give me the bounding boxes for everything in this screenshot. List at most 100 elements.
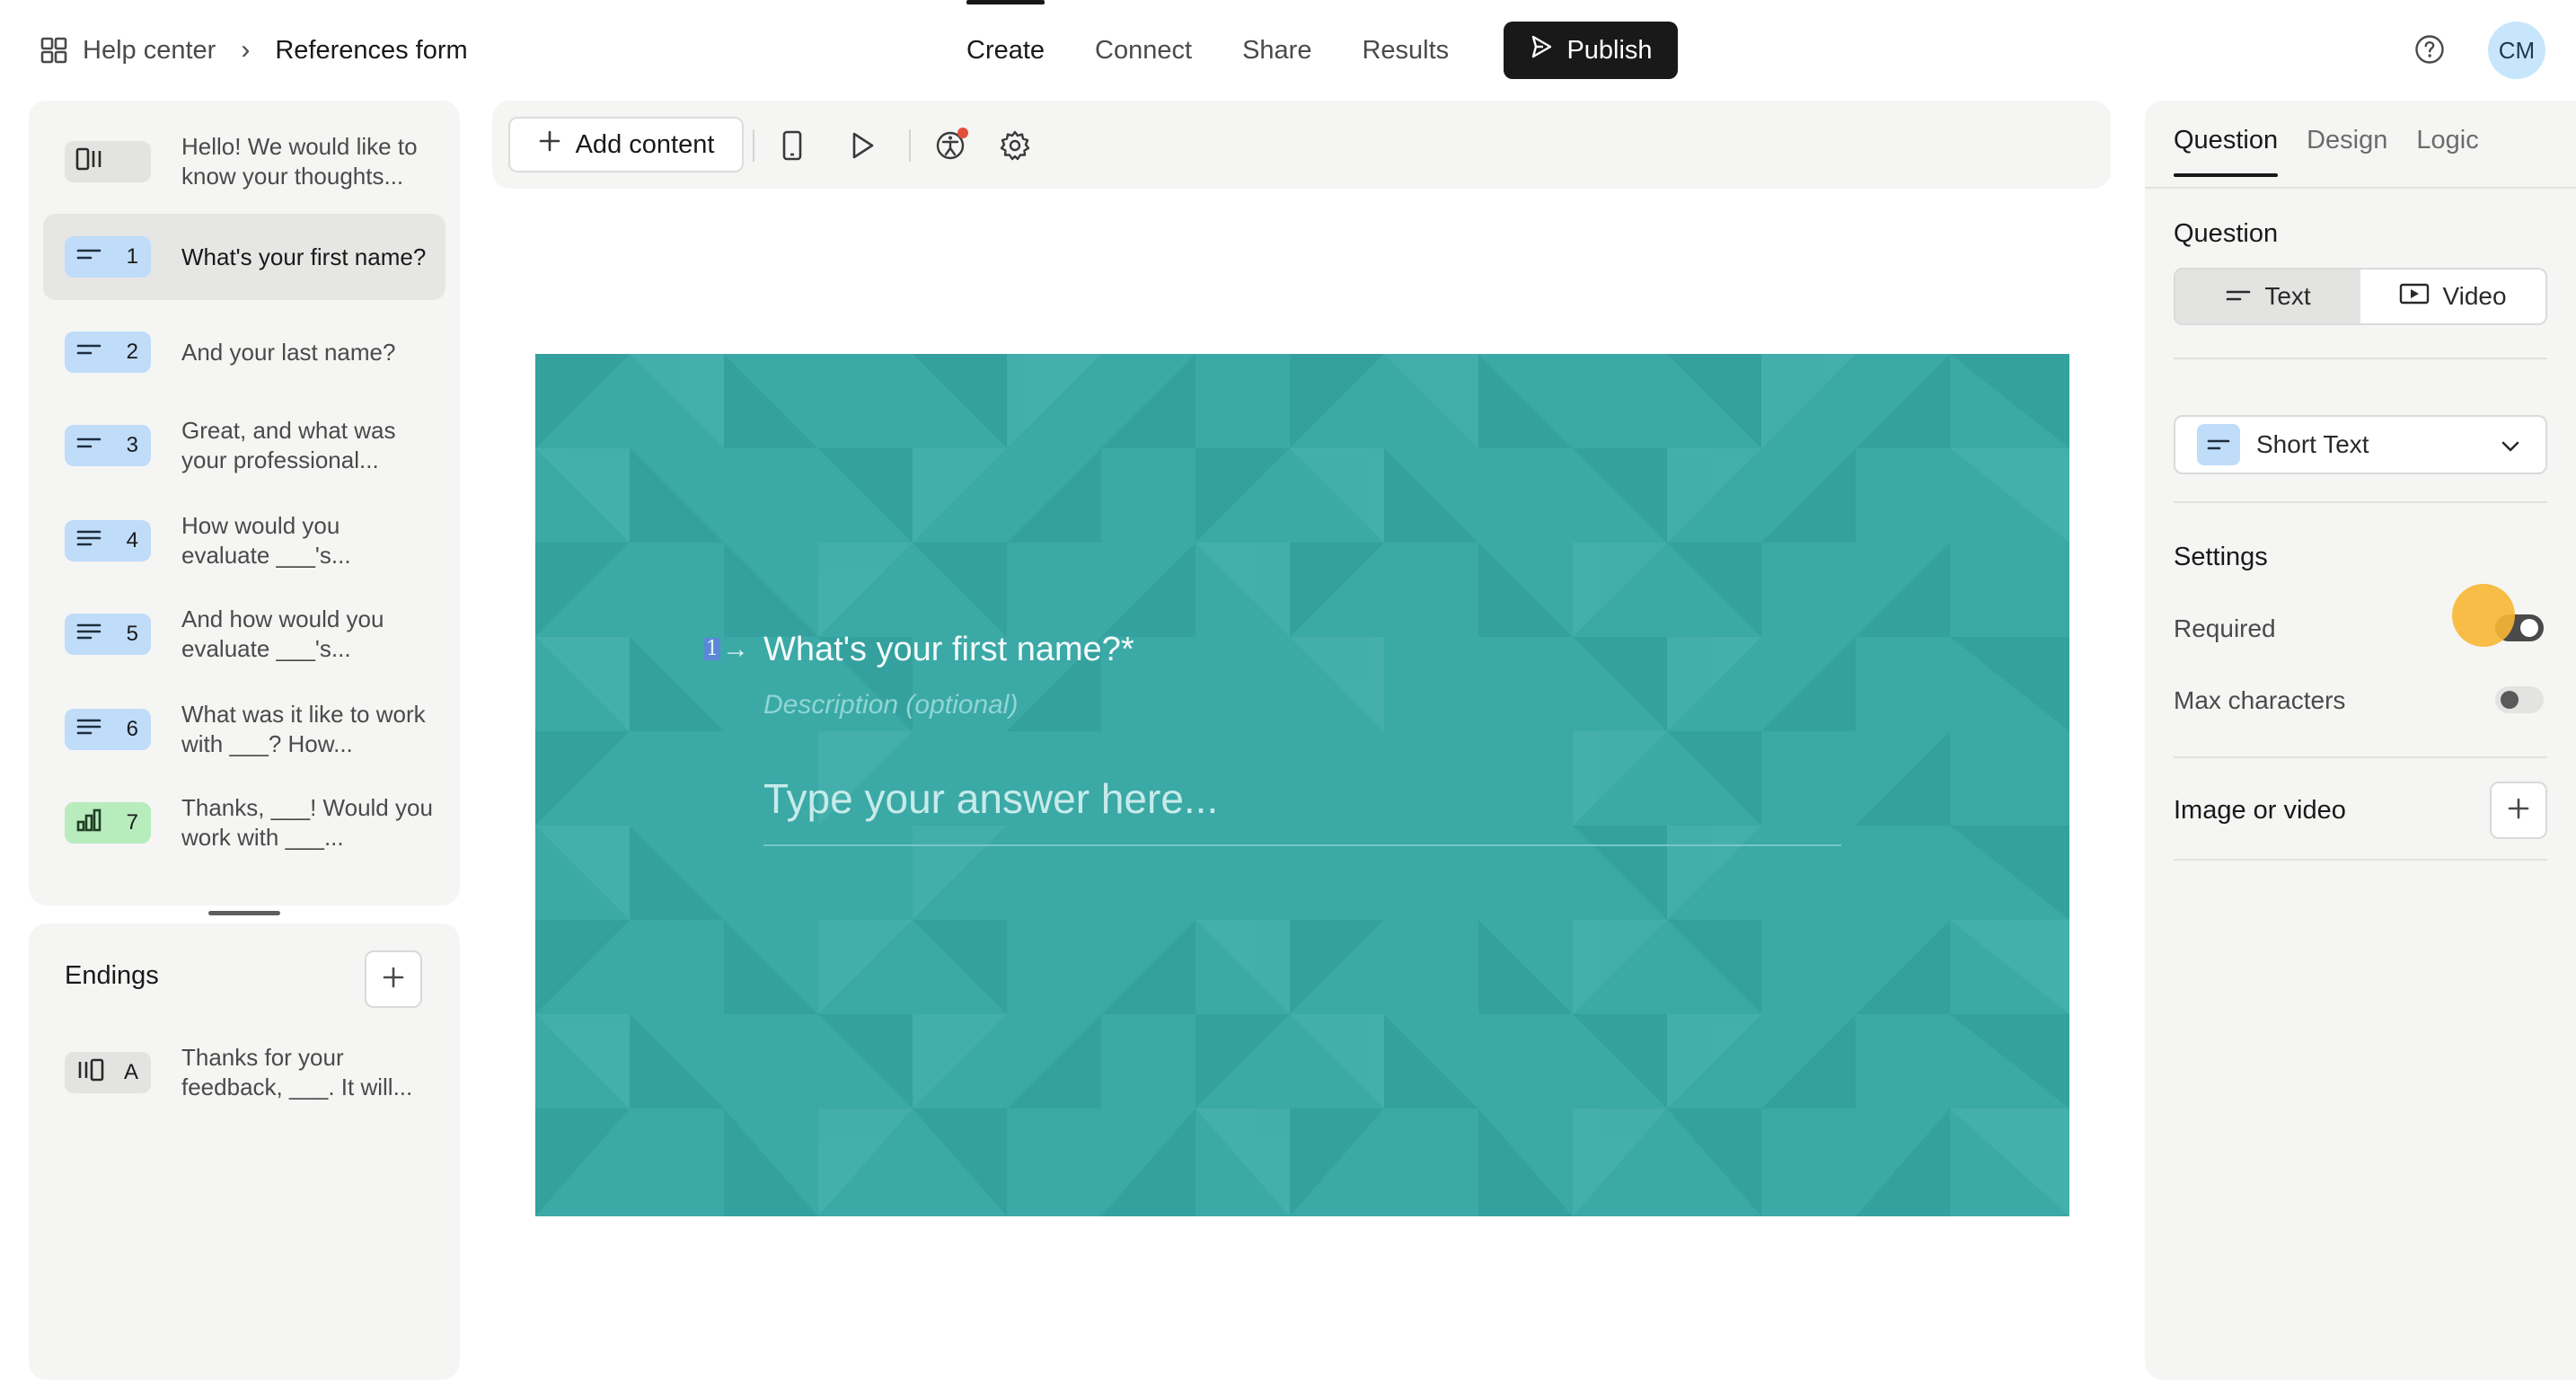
mode-text-button[interactable]: Text — [2175, 269, 2360, 323]
question-type-dropdown[interactable]: Short Text — [2174, 415, 2547, 474]
settings-section-label: Settings — [2174, 543, 2268, 571]
question-item-7[interactable]: 7 Thanks, ___! Would you work with ___..… — [43, 780, 446, 866]
question-item-label: What's your first name? — [181, 243, 427, 270]
help-icon[interactable] — [2414, 34, 2445, 65]
endings-panel: Endings A Thanks for your feedback, ___.… — [29, 923, 460, 1380]
question-type-value: Short Text — [2256, 430, 2369, 458]
question-badge: 6 — [65, 709, 151, 750]
question-number: 1 — [126, 244, 138, 269]
tab-create[interactable]: Create — [966, 0, 1045, 81]
short-text-icon — [2225, 282, 2252, 311]
arrow-right-icon: → — [722, 634, 749, 664]
question-badge — [65, 141, 151, 182]
panel-resize-handle[interactable] — [208, 911, 280, 915]
answer-placeholder: Type your answer here... — [763, 775, 1219, 822]
question-number: 7 — [126, 810, 138, 835]
question-description-editable[interactable]: Description (optional) — [763, 690, 1018, 720]
main-nav: Create Connect Share Results — [966, 0, 1499, 81]
max-characters-label: Max characters — [2174, 686, 2346, 714]
add-image-or-video-button[interactable] — [2490, 782, 2547, 839]
ending-item-label: Thanks for your feedback, ___. It will..… — [181, 1044, 413, 1100]
add-ending-button[interactable] — [365, 950, 422, 1008]
publish-button[interactable]: Publish — [1504, 22, 1678, 79]
question-item-3[interactable]: 3 Great, and what was your professional.… — [43, 402, 446, 489]
long-text-icon — [75, 621, 102, 649]
question-badge: 5 — [65, 614, 151, 655]
toggle-knob — [2501, 691, 2519, 709]
breadcrumb-separator: › — [241, 35, 251, 65]
welcome-screen-icon — [75, 146, 106, 179]
tab-design[interactable]: Design — [2307, 126, 2387, 177]
breadcrumb-workspace-link[interactable]: Help center — [83, 36, 216, 66]
settings-gear-icon[interactable] — [997, 128, 1033, 163]
question-item-6[interactable]: 6 What was it like to work with ___? How… — [43, 686, 446, 773]
breadcrumb: Help center › References form — [40, 32, 468, 68]
toolbar-divider — [753, 129, 754, 162]
question-item-5[interactable]: 5 And how would you evaluate ___'s... — [43, 591, 446, 677]
tab-question[interactable]: Question — [2174, 126, 2279, 177]
form-preview-canvas[interactable]: 1 → What's your first name?* Description… — [535, 354, 2069, 1216]
section-divider — [2174, 501, 2547, 503]
question-item-label: And how would you evaluate ___'s... — [181, 605, 384, 662]
ending-badge: A — [65, 1052, 151, 1093]
ending-screen-icon — [75, 1056, 106, 1090]
plus-icon — [2506, 796, 2531, 826]
question-item-1[interactable]: 1 What's your first name? — [43, 214, 446, 300]
short-text-icon — [75, 433, 102, 458]
user-avatar[interactable]: CM — [2488, 22, 2545, 79]
mobile-preview-icon[interactable] — [774, 128, 810, 163]
apps-grid-icon[interactable] — [40, 36, 68, 65]
tabs-divider — [2145, 187, 2576, 189]
send-icon — [1529, 34, 1554, 66]
section-divider — [2174, 358, 2547, 359]
publish-label: Publish — [1566, 35, 1653, 65]
ending-item-a[interactable]: A Thanks for your feedback, ___. It will… — [43, 1029, 446, 1116]
section-divider — [2174, 859, 2547, 861]
question-item-welcome[interactable]: Hello! We would like to know your though… — [43, 119, 446, 205]
question-section-label: Question — [2174, 219, 2279, 248]
question-item-label: And your last name? — [181, 338, 396, 366]
settings-tabs: Question Design Logic — [2174, 126, 2479, 177]
ending-letter: A — [123, 1060, 138, 1084]
question-badge: 2 — [65, 331, 151, 373]
question-number-marker: 1 — [704, 638, 720, 660]
section-divider — [2174, 756, 2547, 758]
question-mode-toggle: Text Video — [2174, 268, 2547, 325]
question-item-label: Great, and what was your professional... — [181, 417, 396, 473]
accessibility-icon[interactable] — [932, 128, 968, 163]
mode-video-button[interactable]: Video — [2360, 269, 2545, 323]
question-number: 2 — [126, 340, 138, 364]
question-item-label: Thanks, ___! Would you work with ___... — [181, 794, 433, 851]
question-badge: 3 — [65, 425, 151, 466]
required-label: Required — [2174, 614, 2276, 642]
long-text-icon — [75, 527, 102, 555]
tab-share[interactable]: Share — [1242, 20, 1311, 81]
toggle-knob — [2520, 619, 2538, 637]
question-item-label: Hello! We would like to know your though… — [181, 133, 418, 190]
chevron-down-icon — [2499, 435, 2522, 464]
question-item-4[interactable]: 4 How would you evaluate ___'s... — [43, 498, 446, 584]
short-text-icon — [75, 244, 102, 269]
tab-results[interactable]: Results — [1362, 20, 1449, 81]
question-item-2[interactable]: 2 And your last name? — [43, 309, 446, 395]
answer-underline — [763, 844, 1841, 846]
tab-connect[interactable]: Connect — [1095, 20, 1192, 81]
max-characters-toggle[interactable] — [2495, 686, 2544, 713]
question-list-panel: Hello! We would like to know your though… — [29, 101, 460, 906]
question-title-editable[interactable]: What's your first name?* — [763, 631, 1134, 669]
notification-dot — [957, 128, 968, 138]
question-number: 3 — [126, 433, 138, 457]
question-item-label: What was it like to work with ___? How..… — [181, 701, 426, 757]
short-text-icon — [2197, 424, 2240, 465]
add-content-button[interactable]: Add content — [508, 117, 744, 172]
video-icon — [2399, 281, 2430, 313]
image-or-video-label: Image or video — [2174, 796, 2346, 825]
form-title[interactable]: References form — [275, 36, 467, 66]
question-badge: 1 — [65, 236, 151, 278]
pointer-highlight — [2452, 584, 2515, 647]
plus-icon — [381, 965, 406, 994]
opinion-scale-icon — [75, 808, 102, 839]
play-icon[interactable] — [844, 128, 880, 163]
tab-logic[interactable]: Logic — [2416, 126, 2478, 177]
endings-title: Endings — [65, 961, 159, 990]
